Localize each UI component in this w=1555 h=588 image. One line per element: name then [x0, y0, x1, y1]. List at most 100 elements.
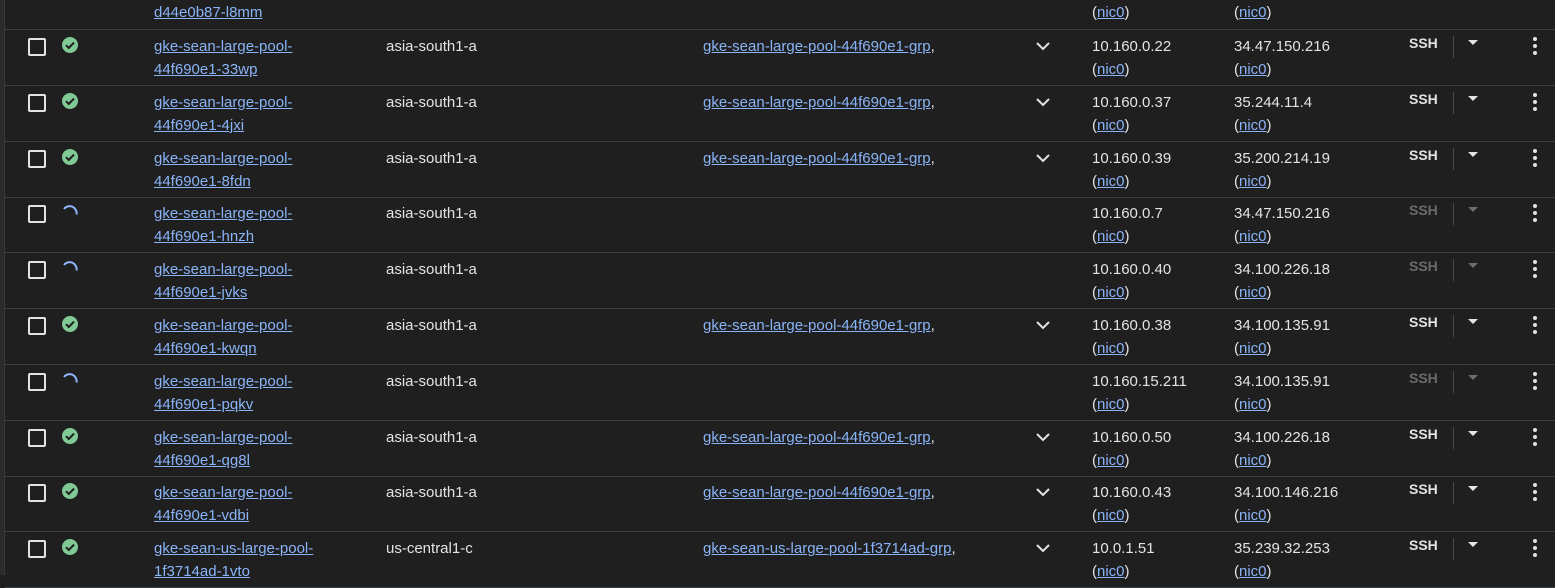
- instance-name-link[interactable]: 44f690e1-vdbi: [154, 504, 249, 527]
- nic-link[interactable]: nic0: [1239, 507, 1267, 524]
- row-select-checkbox[interactable]: [28, 317, 46, 335]
- ssh-button[interactable]: SSH: [1409, 481, 1438, 497]
- more-actions-icon[interactable]: [1531, 149, 1539, 169]
- instance-name-link[interactable]: 44f690e1-33wp: [154, 58, 257, 81]
- instance-group-link[interactable]: gke-sean-large-pool-44f690e1-grp: [703, 94, 931, 111]
- ssh-options-dropdown-icon[interactable]: [1468, 263, 1478, 268]
- ssh-button[interactable]: SSH: [1409, 91, 1438, 107]
- ssh-button[interactable]: SSH: [1409, 370, 1438, 386]
- more-actions-icon[interactable]: [1531, 372, 1539, 392]
- ssh-options-dropdown-icon[interactable]: [1468, 40, 1478, 45]
- ssh-button[interactable]: SSH: [1409, 426, 1438, 442]
- instance-group-link[interactable]: gke-sean-us-large-pool-1f3714ad-grp: [703, 540, 951, 557]
- nic-link[interactable]: nic0: [1239, 117, 1267, 134]
- instance-name-link[interactable]: gke-sean-us-large-pool-: [154, 537, 313, 560]
- ssh-options-dropdown-icon[interactable]: [1468, 207, 1478, 212]
- external-ip-nic: (nic0): [1234, 4, 1272, 21]
- nic-link[interactable]: nic0: [1097, 4, 1125, 21]
- instance-name-link[interactable]: 44f690e1-qg8l: [154, 449, 250, 472]
- row-select-checkbox[interactable]: [28, 94, 46, 112]
- row-select-checkbox[interactable]: [28, 484, 46, 502]
- instance-group-link[interactable]: gke-sean-large-pool-44f690e1-grp: [703, 150, 931, 167]
- ssh-options-dropdown-icon[interactable]: [1468, 96, 1478, 101]
- instance-name-link[interactable]: gke-sean-large-pool-: [154, 370, 292, 393]
- instance-name-link[interactable]: gke-sean-large-pool-: [154, 481, 292, 504]
- chevron-down-icon[interactable]: [1033, 482, 1053, 502]
- zone-text: asia-south1-a: [386, 150, 477, 167]
- row-select-checkbox[interactable]: [28, 373, 46, 391]
- instance-name-link[interactable]: 44f690e1-pqkv: [154, 393, 253, 416]
- nic-link[interactable]: nic0: [1097, 117, 1125, 134]
- nic-link[interactable]: nic0: [1097, 284, 1125, 301]
- nic-link[interactable]: nic0: [1239, 228, 1267, 245]
- nic-link[interactable]: nic0: [1097, 563, 1125, 580]
- ssh-options-dropdown-icon[interactable]: [1468, 542, 1478, 547]
- row-select-checkbox[interactable]: [28, 429, 46, 447]
- nic-link[interactable]: nic0: [1097, 396, 1125, 413]
- ssh-button[interactable]: SSH: [1409, 537, 1438, 553]
- more-actions-icon[interactable]: [1531, 316, 1539, 336]
- row-select-checkbox[interactable]: [28, 150, 46, 168]
- chevron-down-icon[interactable]: [1033, 92, 1053, 112]
- ssh-options-dropdown-icon[interactable]: [1468, 152, 1478, 157]
- instance-name-link[interactable]: 44f690e1-kwqn: [154, 337, 257, 360]
- instance-name-link[interactable]: 44f690e1-jvks: [154, 281, 247, 304]
- instance-name-link[interactable]: gke-sean-large-pool-: [154, 35, 292, 58]
- more-actions-icon[interactable]: [1531, 93, 1539, 113]
- row-select-checkbox[interactable]: [28, 38, 46, 56]
- chevron-down-icon[interactable]: [1033, 315, 1053, 335]
- instance-name-link[interactable]: gke-sean-large-pool-: [154, 91, 292, 114]
- instance-name-link[interactable]: 44f690e1-8fdn: [154, 170, 251, 193]
- more-actions-icon[interactable]: [1531, 204, 1539, 224]
- chevron-down-icon[interactable]: [1033, 148, 1053, 168]
- nic-link[interactable]: nic0: [1239, 396, 1267, 413]
- ssh-button[interactable]: SSH: [1409, 35, 1438, 51]
- nic-link[interactable]: nic0: [1097, 507, 1125, 524]
- more-actions-icon[interactable]: [1531, 539, 1539, 559]
- nic-link[interactable]: nic0: [1239, 340, 1267, 357]
- instance-name-link[interactable]: 1f3714ad-1vto: [154, 560, 250, 583]
- instance-name-link[interactable]: d44e0b87-l8mm: [154, 1, 262, 24]
- ssh-options-dropdown-icon[interactable]: [1468, 375, 1478, 380]
- row-select-checkbox[interactable]: [28, 261, 46, 279]
- instance-group-link[interactable]: gke-sean-large-pool-44f690e1-grp: [703, 38, 931, 55]
- instance-group-link[interactable]: gke-sean-large-pool-44f690e1-grp: [703, 317, 931, 334]
- ssh-options-dropdown-icon[interactable]: [1468, 319, 1478, 324]
- row-select-checkbox[interactable]: [28, 205, 46, 223]
- nic-link[interactable]: nic0: [1097, 61, 1125, 78]
- more-actions-icon[interactable]: [1531, 483, 1539, 503]
- nic-link[interactable]: nic0: [1239, 61, 1267, 78]
- instance-name-link[interactable]: gke-sean-large-pool-: [154, 426, 292, 449]
- chevron-down-icon[interactable]: [1033, 36, 1053, 56]
- ssh-options-dropdown-icon[interactable]: [1468, 431, 1478, 436]
- instance-name-link[interactable]: 44f690e1-hnzh: [154, 225, 254, 248]
- instance-name-link[interactable]: 44f690e1-4jxi: [154, 114, 244, 137]
- ssh-button[interactable]: SSH: [1409, 314, 1438, 330]
- instance-name-link[interactable]: gke-sean-large-pool-: [154, 147, 292, 170]
- chevron-down-icon[interactable]: [1033, 538, 1053, 558]
- nic-link[interactable]: nic0: [1239, 4, 1267, 21]
- instance-name-link[interactable]: gke-sean-large-pool-: [154, 258, 292, 281]
- ssh-options-dropdown-icon[interactable]: [1468, 486, 1478, 491]
- nic-link[interactable]: nic0: [1239, 452, 1267, 469]
- more-actions-icon[interactable]: [1531, 260, 1539, 280]
- button-divider: [1453, 259, 1454, 281]
- row-select-checkbox[interactable]: [28, 540, 46, 558]
- ssh-button[interactable]: SSH: [1409, 258, 1438, 274]
- more-actions-icon[interactable]: [1531, 37, 1539, 57]
- nic-link[interactable]: nic0: [1097, 173, 1125, 190]
- nic-link[interactable]: nic0: [1239, 284, 1267, 301]
- instance-group-link[interactable]: gke-sean-large-pool-44f690e1-grp: [703, 429, 931, 446]
- ssh-button[interactable]: SSH: [1409, 147, 1438, 163]
- nic-link[interactable]: nic0: [1239, 563, 1267, 580]
- chevron-down-icon[interactable]: [1033, 427, 1053, 447]
- nic-link[interactable]: nic0: [1097, 228, 1125, 245]
- instance-name-link[interactable]: gke-sean-large-pool-: [154, 202, 292, 225]
- instance-name-link[interactable]: gke-sean-large-pool-: [154, 314, 292, 337]
- nic-link[interactable]: nic0: [1239, 173, 1267, 190]
- more-actions-icon[interactable]: [1531, 428, 1539, 448]
- instance-group-link[interactable]: gke-sean-large-pool-44f690e1-grp: [703, 484, 931, 501]
- nic-link[interactable]: nic0: [1097, 452, 1125, 469]
- nic-link[interactable]: nic0: [1097, 340, 1125, 357]
- ssh-button[interactable]: SSH: [1409, 202, 1438, 218]
